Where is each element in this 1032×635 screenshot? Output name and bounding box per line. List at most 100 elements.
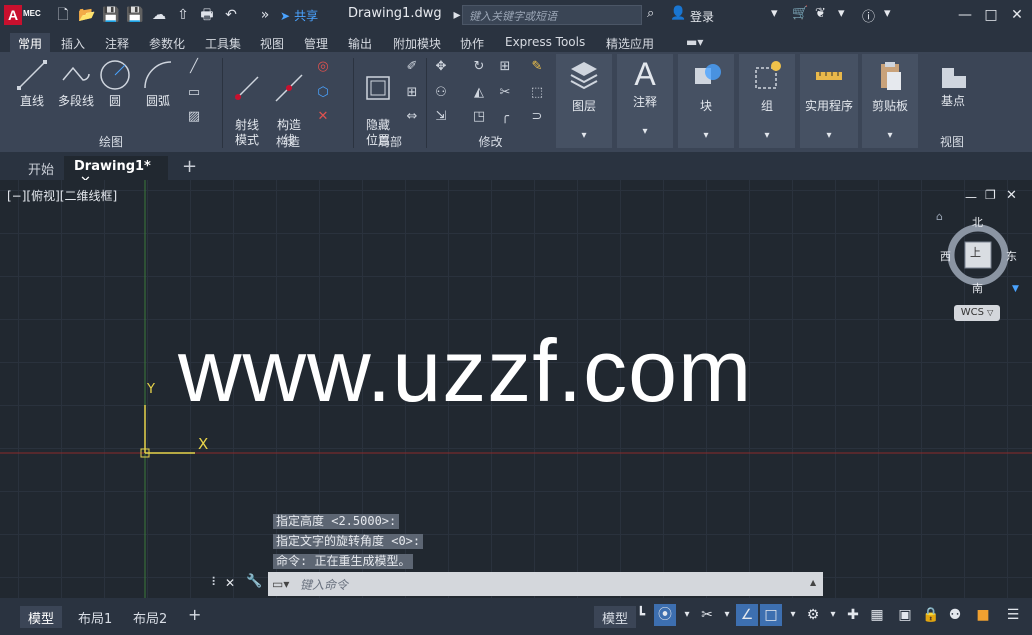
close-icon[interactable]: ✕: [1006, 4, 1028, 26]
ribbon-display-toggle[interactable]: ▬▾: [678, 33, 711, 52]
workspace-icon[interactable]: ▦: [866, 604, 888, 626]
move-icon[interactable]: ✥: [431, 58, 451, 76]
mirror-icon[interactable]: ◭: [469, 84, 489, 102]
point-icon[interactable]: ◎: [313, 58, 333, 76]
minimize-icon[interactable]: —: [954, 4, 976, 26]
layers-panel[interactable]: 图层 ▾: [556, 54, 612, 148]
search-icon[interactable]: ⌕: [647, 6, 654, 21]
compass-north[interactable]: 北: [972, 214, 983, 230]
annotation-panel[interactable]: A 注释 ▾: [617, 54, 673, 148]
table-icon[interactable]: ⊞: [402, 84, 422, 102]
erase-icon[interactable]: ✎: [527, 58, 547, 76]
home-icon[interactable]: ⌂: [936, 210, 943, 223]
dimension-icon[interactable]: ⇔: [402, 108, 422, 126]
settings-gear-icon[interactable]: ⚙: [802, 604, 824, 626]
compass-west[interactable]: 西: [940, 248, 951, 264]
xline-icon[interactable]: ╱: [184, 58, 204, 76]
chevron-down-icon[interactable]: ▾: [782, 604, 804, 626]
chevron-down-icon[interactable]: ▾: [771, 6, 778, 21]
tab-insert[interactable]: 插入: [53, 33, 93, 52]
open-from-web-icon[interactable]: ☁: [150, 6, 168, 24]
crosshair-icon[interactable]: ✚: [842, 604, 864, 626]
polyline-tool[interactable]: 多段线: [54, 58, 98, 109]
expand-up-icon[interactable]: ▲: [810, 578, 816, 587]
drag-handle-icon[interactable]: ⠇: [211, 575, 220, 589]
login-link[interactable]: 登录: [690, 8, 714, 25]
command-input[interactable]: 键入命令: [300, 576, 348, 593]
viewcube-menu-icon[interactable]: ▼: [1012, 284, 1019, 294]
line-tool[interactable]: 直线: [12, 58, 52, 109]
trim-icon[interactable]: ✂: [495, 84, 515, 102]
rectangle-icon[interactable]: ▭: [184, 84, 204, 102]
close-command-icon[interactable]: ✕: [225, 576, 235, 590]
save-as-icon[interactable]: 💾: [126, 6, 144, 24]
viewport-close-icon[interactable]: ✕: [1006, 188, 1017, 203]
chevron-down-icon[interactable]: ▾: [822, 604, 844, 626]
layout-tab-1[interactable]: 布局1: [70, 606, 120, 628]
chevron-down-icon[interactable]: ▾: [676, 604, 698, 626]
tab-view[interactable]: 视图: [252, 33, 292, 52]
tab-express-tools[interactable]: Express Tools: [497, 33, 593, 52]
command-prompt-icon[interactable]: ▭▾: [272, 577, 289, 591]
wcs-menu[interactable]: WCS ▽: [954, 305, 1000, 321]
utilities-panel[interactable]: 实用程序 ▾: [800, 54, 858, 148]
tab-output[interactable]: 输出: [340, 33, 380, 52]
fillet-icon[interactable]: ╭: [495, 108, 515, 126]
explode-icon[interactable]: ⬚: [527, 84, 547, 102]
hardware-accel-icon[interactable]: ⚉: [944, 604, 966, 626]
tab-manage[interactable]: 管理: [296, 33, 336, 52]
search-input[interactable]: 键入关键字或短语: [462, 5, 642, 25]
drawing-viewport[interactable]: Y X [−][俯视][二维线框] www.uzzf.com — ❐ ✕ ⌂ 上…: [0, 180, 1032, 598]
layout-tab-model[interactable]: 模型: [20, 606, 63, 628]
app-logo[interactable]: A MEC: [4, 5, 46, 25]
chevron-down-icon[interactable]: ▾: [884, 6, 891, 21]
tab-collaborate[interactable]: 协作: [452, 33, 492, 52]
save-to-web-icon[interactable]: ⇧: [174, 6, 192, 24]
construct-panel-title[interactable]: 构造: [223, 133, 353, 150]
viewport-restore-icon[interactable]: ❐: [985, 188, 996, 202]
basepoint-tool[interactable]: 基点: [928, 58, 978, 109]
open-folder-icon[interactable]: 📂: [78, 6, 96, 24]
wipeout-icon[interactable]: ✕: [313, 108, 333, 126]
save-icon[interactable]: 💾: [102, 6, 120, 24]
more-icon[interactable]: »: [256, 6, 274, 24]
user-icon[interactable]: 👤: [670, 6, 686, 21]
autodesk-app-icon[interactable]: ❦: [815, 6, 826, 21]
add-layout-icon[interactable]: +: [180, 603, 209, 625]
ortho-icon[interactable]: ✂: [696, 604, 718, 626]
tab-start[interactable]: 开始: [18, 156, 64, 180]
add-tab-icon[interactable]: +: [172, 153, 207, 177]
rotate-icon[interactable]: ↻: [469, 58, 489, 76]
viewport-controls[interactable]: [−][俯视][二维线框]: [7, 187, 117, 204]
cart-icon[interactable]: 🛒: [792, 6, 808, 21]
polar-tracking-icon[interactable]: ∠: [736, 604, 758, 626]
maximize-icon[interactable]: □: [980, 4, 1002, 26]
grid-icon[interactable]: ┗: [630, 604, 652, 626]
group-panel[interactable]: 组 ▾: [739, 54, 795, 148]
circle-tool[interactable]: 圆: [98, 58, 132, 109]
tab-annotate[interactable]: 注释: [97, 33, 137, 52]
customization-menu-icon[interactable]: ☰: [1002, 604, 1024, 626]
new-file-icon[interactable]: 🗋: [54, 6, 72, 24]
stretch-icon[interactable]: ⇲: [431, 108, 451, 126]
section-panel-title[interactable]: 局部: [354, 133, 426, 150]
tab-parametric[interactable]: 参数化: [141, 33, 193, 52]
compass-east[interactable]: 东: [1006, 248, 1017, 264]
chevron-down-icon[interactable]: ▾: [838, 6, 845, 21]
isolate-icon[interactable]: 🔒: [920, 604, 942, 626]
hatch-icon[interactable]: ▨: [184, 108, 204, 126]
layout-tab-2[interactable]: 布局2: [125, 606, 175, 628]
tab-toolsets[interactable]: 工具集: [197, 33, 249, 52]
tab-featured-apps[interactable]: 精选应用: [598, 33, 662, 52]
offset-icon[interactable]: ⊃: [527, 108, 547, 126]
view-panel-title[interactable]: 视图: [922, 133, 982, 150]
clipboard-panel[interactable]: 剪贴板 ▾: [862, 54, 918, 148]
customize-icon[interactable]: 🔧: [246, 574, 262, 589]
plot-icon[interactable]: 🖶: [198, 6, 216, 24]
array-icon[interactable]: ⊞: [495, 58, 515, 76]
object-snap-icon[interactable]: □: [760, 604, 782, 626]
arc-tool[interactable]: 圆弧: [138, 58, 178, 109]
help-icon[interactable]: ⓘ: [862, 6, 875, 25]
share-button[interactable]: ➤ 共享: [280, 7, 318, 24]
snap-mode-icon[interactable]: ⦿: [654, 604, 676, 626]
